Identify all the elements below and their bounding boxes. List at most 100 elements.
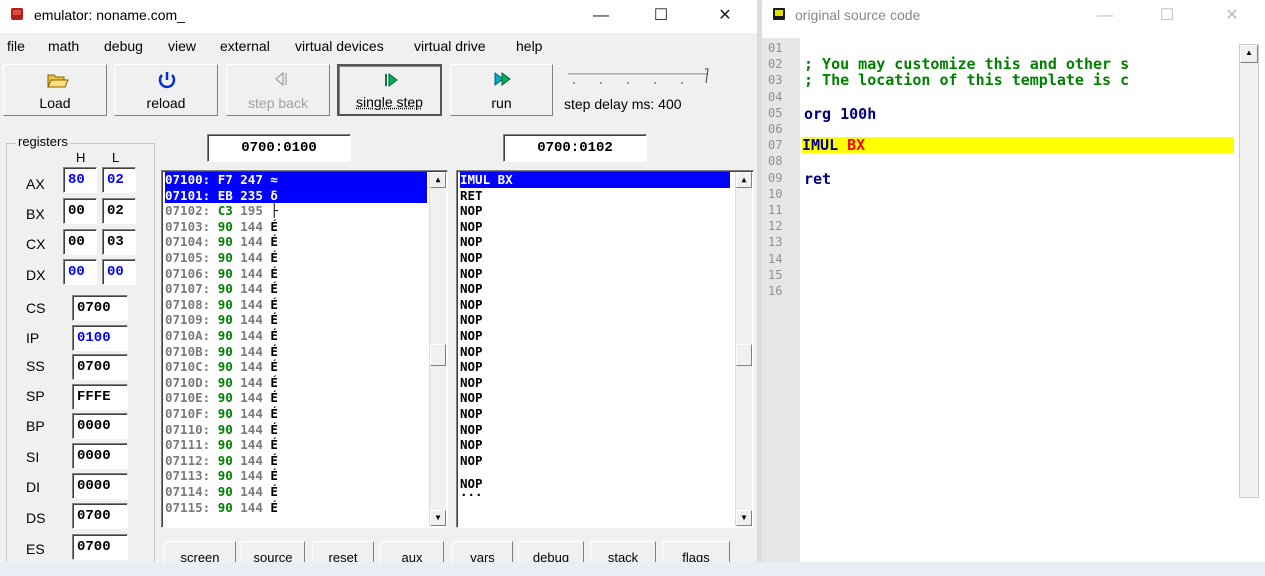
memory-row[interactable]: 07106: 90 144 É (165, 266, 427, 282)
reload-button[interactable]: reload (114, 64, 218, 116)
menu-debug[interactable]: debug (104, 38, 143, 54)
step-delay-slider[interactable] (564, 68, 714, 86)
reg-bh-field[interactable]: 00 (63, 198, 97, 224)
memory-row[interactable]: 07101: EB 235 δ (165, 187, 427, 204)
memory-address: 0710D: (165, 374, 218, 390)
scroll-down-icon[interactable]: ▼ (736, 510, 752, 526)
disassembly-row[interactable]: NOP (460, 422, 730, 438)
reg-di-field[interactable]: 0000 (72, 473, 128, 499)
minimize-icon[interactable]: — (581, 4, 621, 28)
reg-ds-field[interactable]: 0700 (72, 503, 128, 529)
close-icon[interactable]: ✕ (1212, 4, 1252, 28)
source-code-area[interactable]: ; You may customize this and other s ; T… (802, 38, 1235, 576)
disasm-scrollbar[interactable]: ▲ ▼ (735, 172, 752, 526)
scroll-down-icon[interactable]: ▼ (430, 510, 446, 526)
disassembly-row[interactable]: IMUL BX (460, 172, 730, 188)
menu-file[interactable]: file (7, 38, 25, 54)
close-icon[interactable]: ✕ (705, 4, 745, 28)
disassembly-row[interactable]: NOP (460, 437, 730, 453)
single-step-button[interactable]: single step (337, 64, 442, 116)
memory-row[interactable]: 07110: 90 144 É (165, 422, 427, 438)
memory-scrollbar[interactable]: ▲ ▼ (429, 172, 446, 526)
disassembly-row[interactable]: NOP (460, 390, 730, 406)
reg-cl-field[interactable]: 03 (102, 229, 136, 255)
disassembly-row[interactable]: NOP (460, 297, 730, 313)
source-scrollbar[interactable]: ▲ (1239, 44, 1259, 498)
disassembly-row[interactable]: NOP (460, 234, 730, 250)
memory-row[interactable]: 0710D: 90 144 É (165, 375, 427, 391)
memory-row[interactable]: 07111: 90 144 É (165, 437, 427, 453)
reg-ip-field[interactable]: 0100 (72, 325, 128, 351)
menu-math[interactable]: math (48, 38, 79, 54)
menu-virtual-drive[interactable]: virtual drive (414, 38, 486, 54)
disassembly-row[interactable]: ... (460, 484, 730, 500)
memory-list[interactable]: 07100: F7 247 ≈07101: EB 235 δ 07102: C3 … (161, 170, 448, 528)
reg-bp-field[interactable]: 0000 (72, 413, 128, 439)
reg-ss-field[interactable]: 0700 (72, 354, 128, 380)
disassembly-row[interactable]: NOP (460, 250, 730, 266)
disassembly-row[interactable]: NOP (460, 344, 730, 360)
memory-scroll-thumb[interactable] (430, 344, 446, 366)
memory-dec: 144 (240, 359, 271, 375)
memory-row[interactable]: 07109: 90 144 É (165, 312, 427, 328)
maximize-icon[interactable]: ☐ (641, 4, 681, 28)
reg-ah-field[interactable]: 80 (63, 167, 97, 193)
memory-row[interactable]: 07102: C3 195 ├ (165, 203, 427, 219)
disasm-scroll-thumb[interactable] (736, 344, 752, 366)
disassembly-row[interactable]: NOP (460, 281, 730, 297)
menu-view[interactable]: view (168, 38, 196, 54)
step-delay-control[interactable]: step delay ms: 400 (560, 66, 716, 116)
memory-row[interactable]: 07103: 90 144 É (165, 219, 427, 235)
step-back-button[interactable]: step back (226, 64, 330, 116)
reg-es-field[interactable]: 0700 (72, 534, 128, 560)
disasm-address-field[interactable]: 0700:0102 (503, 134, 647, 162)
scroll-up-icon[interactable]: ▲ (1240, 45, 1258, 63)
disassembly-row[interactable]: NOP (460, 312, 730, 328)
memory-address-field[interactable]: 0700:0100 (207, 134, 351, 162)
memory-row[interactable]: 0710B: 90 144 É (165, 344, 427, 360)
reg-bl-field[interactable]: 02 (102, 198, 136, 224)
reg-dh-field[interactable]: 00 (63, 259, 97, 285)
source-titlebar[interactable]: original source code — ☐ ✕ (762, 0, 1265, 33)
disassembly-row[interactable]: NOP (460, 219, 730, 235)
reg-cs-field[interactable]: 0700 (72, 295, 128, 321)
menu-virtual-devices[interactable]: virtual devices (295, 38, 384, 54)
menu-external[interactable]: external (220, 38, 270, 54)
minimize-icon[interactable]: — (1085, 4, 1125, 28)
run-button[interactable]: run (450, 64, 553, 116)
maximize-icon[interactable]: ☐ (1147, 4, 1187, 28)
disassembly-list[interactable]: IMUL BX RET NOP NOP NOP NOP NOP NOP NOP NOP NOP NOP… (456, 170, 754, 528)
emulator-titlebar[interactable]: emulator: noname.com_ — ☐ ✕ (0, 0, 757, 33)
memory-row[interactable]: 07113: 90 144 É (165, 468, 427, 484)
reg-dl-field[interactable]: 00 (102, 259, 136, 285)
memory-row[interactable]: 07112: 90 144 É (165, 453, 427, 469)
scroll-up-icon[interactable]: ▲ (430, 172, 446, 188)
memory-row[interactable]: 07104: 90 144 É (165, 234, 427, 250)
memory-row[interactable]: 0710E: 90 144 É (165, 390, 427, 406)
reg-sp-field[interactable]: FFFE (72, 384, 128, 410)
memory-row[interactable]: 07107: 90 144 É (165, 281, 427, 297)
memory-row[interactable]: 07115: 90 144 É (165, 500, 427, 516)
disassembly-row[interactable]: NOP (460, 406, 730, 422)
memory-address: 07105: (165, 250, 218, 265)
menu-help[interactable]: help (516, 38, 542, 54)
disassembly-row[interactable]: NOP (460, 359, 730, 375)
disassembly-row[interactable]: NOP (460, 266, 730, 282)
memory-row[interactable]: 0710A: 90 144 É (165, 328, 427, 344)
memory-row[interactable]: 07108: 90 144 É (165, 297, 427, 313)
memory-row[interactable]: 07100: F7 247 ≈ (165, 172, 427, 188)
disassembly-row[interactable]: NOP (460, 203, 730, 219)
memory-row[interactable]: 0710F: 90 144 É (165, 406, 427, 422)
memory-row[interactable]: 07105: 90 144 É (165, 250, 427, 266)
disassembly-row[interactable]: NOP (460, 328, 730, 344)
disassembly-row[interactable]: RET (460, 188, 730, 204)
reg-ch-field[interactable]: 00 (63, 229, 97, 255)
disassembly-row[interactable]: NOP (460, 453, 730, 469)
scroll-up-icon[interactable]: ▲ (736, 172, 752, 188)
disassembly-row[interactable]: NOP (460, 375, 730, 391)
load-button[interactable]: Load (3, 64, 107, 116)
reg-al-field[interactable]: 02 (102, 167, 136, 193)
reg-si-field[interactable]: 0000 (72, 443, 128, 469)
memory-row[interactable]: 0710C: 90 144 É (165, 359, 427, 375)
memory-row[interactable]: 07114: 90 144 É (165, 484, 427, 500)
